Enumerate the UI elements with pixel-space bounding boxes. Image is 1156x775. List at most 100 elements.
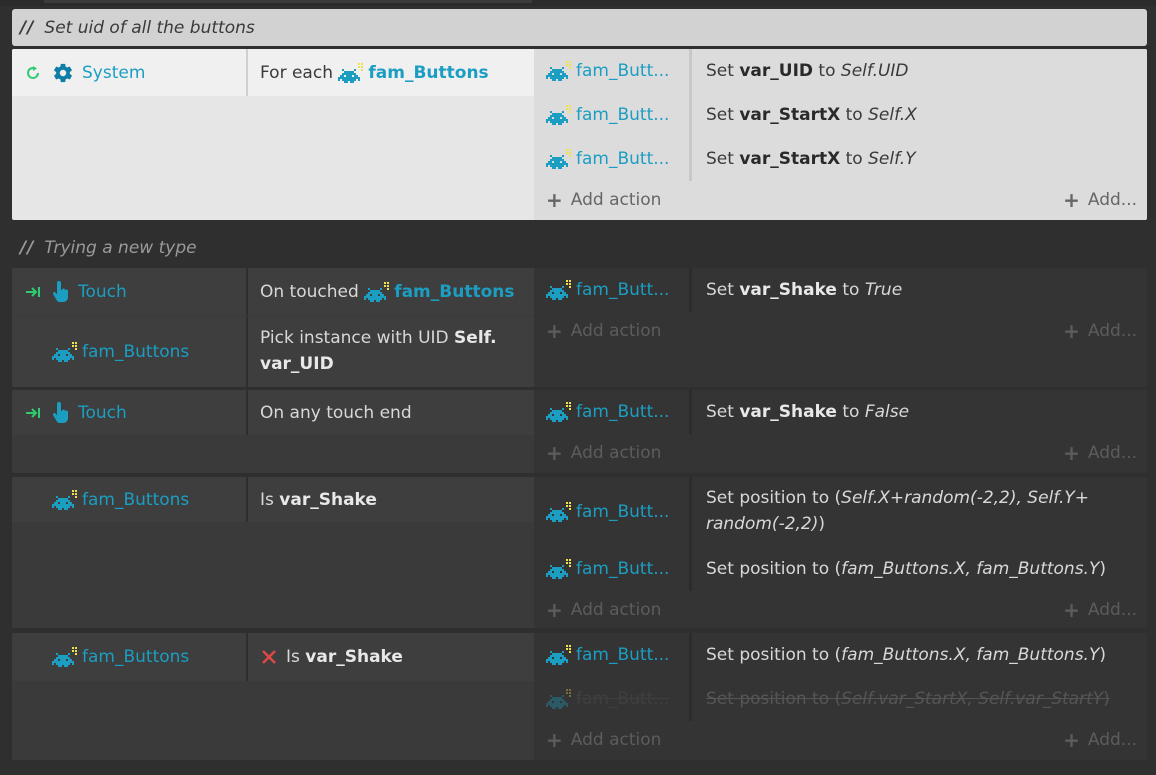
add-more-button[interactable]: + Add...	[1063, 600, 1137, 620]
plus-icon: +	[1063, 598, 1080, 622]
actions-area: fam_Butt... Set var_UID to Self.UID fam_…	[534, 49, 1147, 220]
action-text: Set position to (fam_Buttons.X, fam_Butt…	[689, 633, 1147, 677]
add-more-label: Add...	[1087, 600, 1137, 620]
comment-row[interactable]: // Trying a new type	[12, 235, 1147, 261]
action-row[interactable]: fam_Butt... Set var_UID to Self.UID	[534, 49, 1147, 93]
action-object-name: fam_Butt...	[576, 645, 670, 665]
event-block-not-shake[interactable]: fam_Buttons Is var_Shake fam_Butt... Set…	[12, 633, 1147, 760]
action-value: fam_Buttons.X, fam_Buttons.Y	[841, 645, 1100, 665]
space-invader-icon	[546, 61, 572, 81]
trigger-arrow-icon	[20, 285, 46, 299]
event-block-touch-end[interactable]: Touch On any touch end fam_Butt... Set v…	[12, 390, 1147, 473]
condition-object-name: fam_Buttons	[82, 342, 190, 362]
action-value: Self.var_StartX, Self.var_StartY	[841, 689, 1104, 709]
condition-prefix: On touched	[260, 282, 359, 302]
add-action-button[interactable]: + Add action	[546, 321, 661, 341]
action-prefix: Set	[706, 402, 734, 422]
condition-object: fam_Buttons	[12, 317, 246, 387]
action-row[interactable]: fam_Butt... Set position to (fam_Buttons…	[534, 547, 1147, 591]
action-value: random(-2,2)	[706, 514, 819, 534]
action-row[interactable]: fam_Butt... Set var_StartX to Self.X	[534, 93, 1147, 137]
space-invader-icon	[546, 149, 572, 169]
add-row: + Add action + Add...	[534, 312, 1147, 350]
space-invader-icon	[546, 280, 572, 300]
condition-object: fam_Buttons	[12, 477, 246, 522]
action-var: var_StartX	[739, 105, 841, 125]
action-object-name: fam_Butt...	[576, 105, 670, 125]
action-row[interactable]: fam_Butt... Set var_StartX to Self.Y	[534, 137, 1147, 181]
space-invader-icon	[546, 402, 572, 422]
add-more-button[interactable]: + Add...	[1063, 443, 1137, 463]
action-prefix: Set	[706, 149, 734, 169]
condition-row[interactable]: Touch On any touch end	[12, 390, 534, 435]
action-mid: to	[818, 61, 836, 81]
plus-icon: +	[546, 598, 563, 622]
condition-row[interactable]: System For each fam_Buttons	[12, 49, 534, 96]
condition-object: fam_Buttons	[12, 633, 246, 681]
action-value: Self.UID	[840, 61, 909, 81]
add-action-label: Add action	[570, 730, 662, 750]
action-row[interactable]: fam_Butt... Set position to (fam_Buttons…	[534, 633, 1147, 677]
action-mid: to	[845, 149, 863, 169]
conditions-area: System For each fam_Buttons	[12, 49, 534, 96]
action-object: fam_Butt...	[534, 477, 689, 547]
condition-text: Is var_Shake	[246, 477, 534, 522]
add-action-button[interactable]: + Add action	[546, 730, 661, 750]
condition-var: var_Shake	[305, 647, 403, 667]
add-more-button[interactable]: + Add...	[1063, 730, 1137, 750]
condition-row[interactable]: fam_Buttons Is var_Shake	[12, 633, 534, 681]
action-prefix: Set position to (	[706, 559, 842, 579]
event-block-on-touched[interactable]: Touch On touched fam_Buttons fam_Buttons…	[12, 268, 1147, 387]
action-prefix: Set	[706, 61, 734, 81]
condition-text: On any touch end	[246, 390, 534, 435]
condition-row[interactable]: Touch On touched fam_Buttons	[12, 268, 534, 316]
add-more-button[interactable]: + Add...	[1063, 190, 1137, 210]
add-more-label: Add...	[1087, 730, 1137, 750]
action-object-name: fam_Butt...	[576, 402, 670, 422]
action-text: Set var_StartX to Self.Y	[689, 137, 1147, 181]
add-more-button[interactable]: + Add...	[1063, 321, 1137, 341]
action-row[interactable]: fam_Butt... Set var_Shake to True	[534, 268, 1147, 312]
action-object-name: fam_Butt...	[576, 502, 670, 522]
space-invader-icon	[546, 689, 572, 709]
action-row[interactable]: fam_Butt... Set position to (Self.X+rand…	[534, 477, 1147, 547]
condition-object: Touch	[12, 268, 246, 316]
action-row[interactable]: fam_Butt... Set var_Shake to False	[534, 390, 1147, 434]
event-block-for-each[interactable]: System For each fam_Buttons fam_Butt... …	[12, 49, 1147, 220]
add-action-button[interactable]: + Add action	[546, 190, 661, 210]
space-invader-icon	[546, 645, 572, 665]
space-invader-icon	[338, 63, 364, 83]
condition-row[interactable]: fam_Buttons Pick instance with UID Self.…	[12, 317, 534, 387]
action-text: Set var_UID to Self.UID	[689, 49, 1147, 93]
event-block-is-shake[interactable]: fam_Buttons Is var_Shake fam_Butt... Set…	[12, 477, 1147, 628]
condition-object-name: System	[82, 62, 146, 83]
action-prefix: Set	[706, 105, 734, 125]
add-action-label: Add action	[570, 321, 662, 341]
plus-icon: +	[1063, 319, 1080, 343]
add-action-button[interactable]: + Add action	[546, 600, 661, 620]
action-text: Set var_Shake to False	[689, 390, 1147, 434]
action-var: var_Shake	[739, 402, 837, 422]
comment-row[interactable]: // Set uid of all the buttons	[12, 9, 1147, 46]
conditions-area: fam_Buttons Is var_Shake	[12, 477, 534, 522]
condition-value: var_UID	[260, 354, 334, 374]
plus-icon: +	[1063, 441, 1080, 465]
action-mid: to	[842, 402, 860, 422]
action-prefix: Set position to (	[706, 488, 842, 508]
action-value: Self.X	[868, 105, 917, 125]
action-prefix: Set position to (	[706, 689, 842, 709]
action-row-disabled[interactable]: fam_Butt... Set position to (Self.var_St…	[534, 677, 1147, 721]
conditions-area: Touch On touched fam_Buttons fam_Buttons…	[12, 268, 534, 387]
action-suffix: )	[1103, 689, 1110, 709]
condition-text: Is var_Shake	[246, 633, 534, 681]
condition-row[interactable]: fam_Buttons Is var_Shake	[12, 477, 534, 522]
condition-object-ref: fam_Buttons	[368, 62, 489, 83]
gear-icon	[54, 63, 72, 82]
action-value: True	[864, 280, 903, 300]
trigger-arrow-icon	[20, 406, 46, 420]
action-value: False	[864, 402, 910, 422]
add-action-button[interactable]: + Add action	[546, 443, 661, 463]
condition-object-name: fam_Buttons	[82, 647, 190, 667]
action-var: var_Shake	[739, 280, 837, 300]
add-action-label: Add action	[570, 443, 662, 463]
